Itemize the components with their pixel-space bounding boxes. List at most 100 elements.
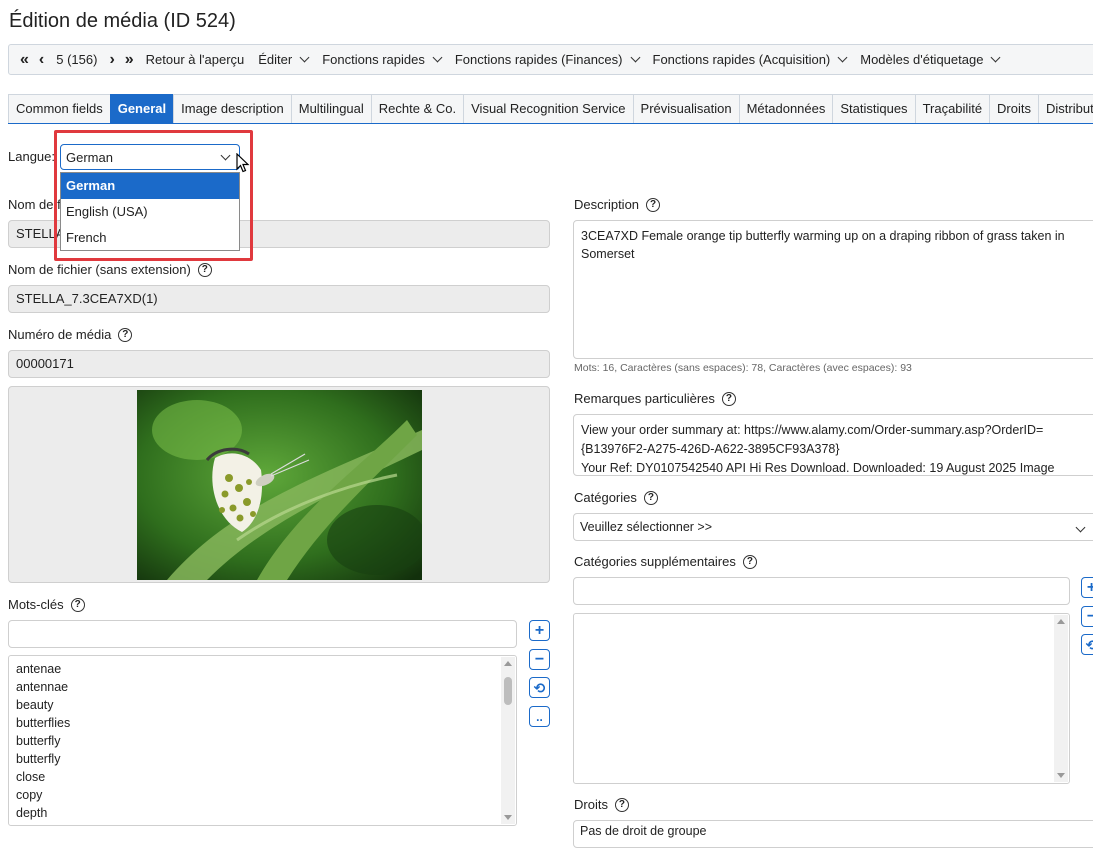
remarks-line: Your Ref: DY0107542540 API Hi Res Downlo… [581, 461, 1055, 475]
mouse-cursor-icon [236, 153, 250, 173]
image-preview-panel [8, 386, 550, 583]
remarks-line: View your order summary at: https://www.… [581, 423, 1044, 437]
filename-noext-label: Nom de fichier (sans extension)? [8, 262, 212, 277]
last-page-button[interactable]: » [120, 45, 139, 74]
add-category-button[interactable]: + [1081, 577, 1093, 598]
help-icon[interactable]: ? [742, 554, 757, 569]
page-title: Édition de média (ID 524) [9, 10, 236, 32]
filename-noext-field[interactable]: STELLA_7.3CEA7XD(1) [8, 285, 550, 313]
remove-keyword-button[interactable]: − [529, 649, 550, 670]
extra-categories-label: Catégories supplémentaires? [574, 554, 757, 569]
description-textarea[interactable]: 3CEA7XD Female orange tip butterfly warm… [573, 220, 1093, 359]
list-item[interactable]: depth [9, 804, 516, 822]
categories-select-value: Veuillez sélectionner >> [580, 520, 713, 534]
keywords-list[interactable]: antenae antennae beauty butterflies butt… [8, 655, 517, 826]
edit-menu[interactable]: Éditer [251, 45, 315, 74]
tab-traceability[interactable]: Traçabilité [914, 94, 991, 123]
more-keywords-button[interactable]: .. [529, 706, 550, 727]
rights-select[interactable]: Pas de droit de groupe [573, 820, 1093, 848]
refresh-categories-button[interactable]: ⟲ [1081, 634, 1093, 655]
remarks-textarea[interactable]: View your order summary at: https://www.… [573, 414, 1093, 476]
tab-metadata[interactable]: Métadonnées [738, 94, 834, 123]
quick-functions-finance-label: Fonctions rapides (Finances) [454, 52, 623, 67]
extra-categories-label-text: Catégories supplémentaires [574, 554, 736, 569]
keywords-label: Mots-clés? [8, 597, 85, 612]
language-label: Langue: [8, 149, 55, 164]
list-item[interactable]: detail [9, 822, 516, 825]
media-number-label: Numéro de média? [8, 327, 133, 342]
help-icon[interactable]: ? [643, 490, 658, 505]
scrollbar-thumb[interactable] [504, 677, 512, 705]
quick-functions-acquisition-menu[interactable]: Fonctions rapides (Acquisition) [646, 45, 854, 74]
tab-distribution[interactable]: Distribution [1038, 94, 1093, 123]
list-item[interactable]: copy [9, 786, 516, 804]
tab-image-description[interactable]: Image description [173, 94, 292, 123]
scroll-down-icon[interactable] [1057, 773, 1065, 778]
highlight-box [54, 130, 253, 261]
list-item[interactable]: antennae [9, 678, 516, 696]
position-indicator: 5 (156) [56, 52, 98, 67]
rights-label: Droits? [574, 797, 629, 812]
categories-label: Catégories? [574, 490, 658, 505]
list-item[interactable]: butterflies [9, 714, 516, 732]
refresh-keywords-button[interactable]: ⟲ [529, 677, 550, 698]
list-item[interactable]: antenae [9, 660, 516, 678]
quick-functions-menu[interactable]: Fonctions rapides [315, 45, 448, 74]
tab-common-fields[interactable]: Common fields [8, 94, 111, 123]
filename-noext-label-text: Nom de fichier (sans extension) [8, 262, 191, 277]
scroll-up-icon[interactable] [1057, 619, 1065, 624]
edit-menu-label: Éditer [258, 52, 293, 67]
scroll-up-icon[interactable] [504, 661, 512, 666]
list-item[interactable]: butterfly [9, 750, 516, 768]
help-icon[interactable]: ? [197, 262, 212, 277]
butterfly-image [137, 390, 422, 580]
help-icon[interactable]: ? [118, 327, 133, 342]
list-item[interactable]: butterfly [9, 732, 516, 750]
label-templates-menu[interactable]: Modèles d'étiquetage [853, 45, 1006, 74]
tab-preview[interactable]: Prévisualisation [632, 94, 740, 123]
list-item[interactable]: beauty [9, 696, 516, 714]
keyword-input[interactable] [8, 620, 517, 648]
toolbar: « ‹ 5 (156) › » Retour à l'aperçu Éditer… [8, 44, 1093, 75]
list-item[interactable]: close [9, 768, 516, 786]
quick-functions-acquisition-label: Fonctions rapides (Acquisition) [652, 52, 831, 67]
help-icon[interactable]: ? [70, 597, 85, 612]
categories-label-text: Catégories [574, 490, 637, 505]
chevron-down-icon [837, 52, 848, 63]
chevron-down-icon [299, 52, 310, 63]
remove-category-button[interactable]: − [1081, 606, 1093, 627]
rights-label-text: Droits [574, 797, 608, 812]
description-label: Description? [574, 197, 661, 212]
keywords-label-text: Mots-clés [8, 597, 64, 612]
quick-functions-finance-menu[interactable]: Fonctions rapides (Finances) [448, 45, 646, 74]
chevron-down-icon [630, 52, 640, 63]
tab-general[interactable]: General [109, 94, 175, 123]
tab-rechte[interactable]: Rechte & Co. [370, 94, 465, 123]
media-number-field[interactable]: 00000171 [8, 350, 550, 378]
chevron-down-icon [432, 52, 443, 63]
extra-categories-input[interactable] [573, 577, 1070, 605]
back-to-overview-button[interactable]: Retour à l'aperçu [139, 45, 252, 74]
tab-rights[interactable]: Droits [989, 94, 1039, 123]
help-icon[interactable]: ? [614, 797, 629, 812]
chevron-down-icon [1075, 522, 1086, 533]
next-page-button[interactable]: › [104, 45, 119, 74]
help-icon[interactable]: ? [646, 197, 661, 212]
tab-visual-recognition[interactable]: Visual Recognition Service [463, 94, 634, 123]
keywords-scrollbar[interactable] [501, 657, 515, 824]
chevron-down-icon [990, 52, 1001, 63]
description-label-text: Description [574, 197, 640, 212]
quick-functions-label: Fonctions rapides [322, 52, 425, 67]
extra-categories-scrollbar[interactable] [1054, 615, 1068, 782]
tab-multilingual[interactable]: Multilingual [290, 94, 372, 123]
description-counts: Mots: 16, Caractères (sans espaces): 78,… [574, 362, 912, 374]
tab-bar: Common fields General Image description … [8, 94, 1093, 124]
categories-select[interactable]: Veuillez sélectionner >> [573, 513, 1093, 541]
tab-statistics[interactable]: Statistiques [832, 94, 916, 123]
scroll-down-icon[interactable] [504, 815, 512, 820]
previous-page-button[interactable]: ‹ [34, 45, 49, 74]
add-keyword-button[interactable]: + [529, 620, 550, 641]
extra-categories-list[interactable] [573, 613, 1070, 784]
first-page-button[interactable]: « [15, 45, 34, 74]
help-icon[interactable]: ? [721, 391, 736, 406]
